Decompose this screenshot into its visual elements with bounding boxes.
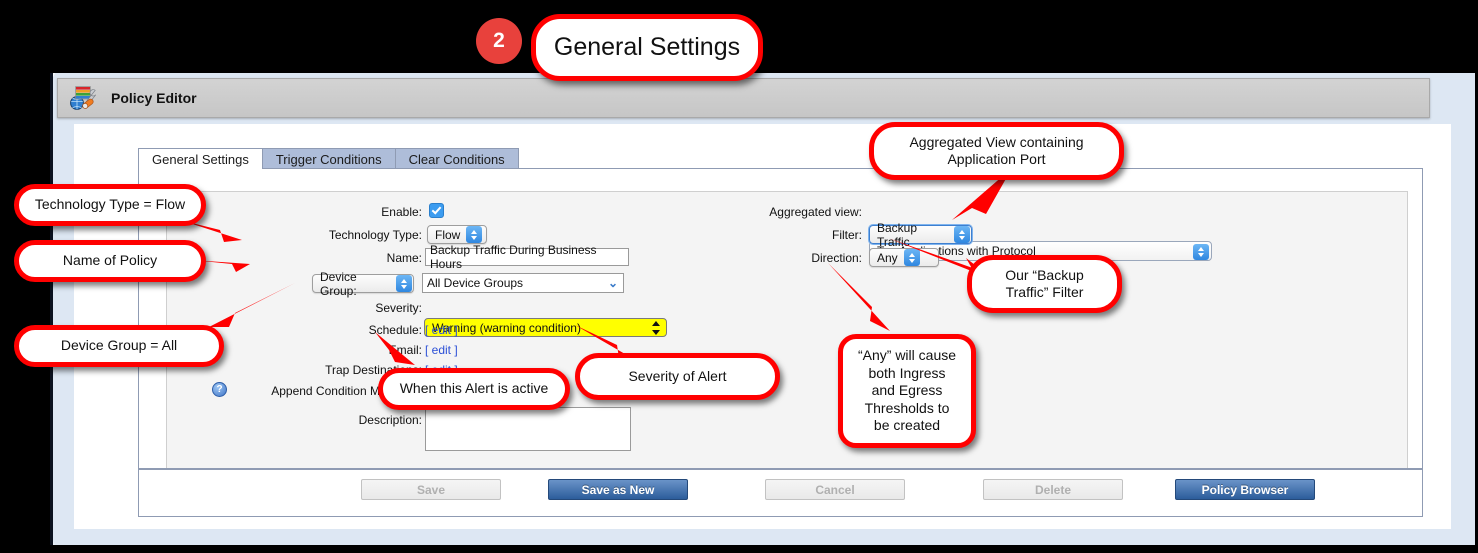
- callout-name-of-policy: Name of Policy: [14, 240, 206, 282]
- callout-aggregated-view: Aggregated View containing Application P…: [869, 122, 1124, 180]
- window-titlebar: Policy Editor: [57, 78, 1430, 118]
- callout-line-5: be created: [873, 417, 941, 434]
- callout-when-active: When this Alert is active: [378, 368, 570, 410]
- tab-label: Trigger Conditions: [275, 151, 382, 167]
- name-value: Backup Traffic During Business Hours: [430, 243, 597, 271]
- save-as-new-button[interactable]: Save as New: [548, 479, 688, 500]
- description-textarea[interactable]: [425, 407, 631, 451]
- form-frame: Enable: Technology Type: Flow Name: Back…: [138, 168, 1423, 517]
- callout-line-1: Our “Backup: [1005, 266, 1084, 283]
- callout-line-4: Thresholds to: [864, 399, 950, 416]
- filter-label: Filter:: [832, 228, 862, 242]
- enable-label: Enable:: [381, 205, 422, 219]
- callout-line-2: both Ingress: [868, 364, 946, 381]
- delete-button[interactable]: Delete: [983, 479, 1123, 500]
- device-group-combo[interactable]: All Device Groups ⌄: [422, 273, 624, 293]
- form-panel: Enable: Technology Type: Flow Name: Back…: [166, 191, 1408, 470]
- arrow-name-of-policy: [192, 258, 292, 280]
- stepper-icon: [466, 226, 483, 243]
- stepper-icon: [396, 275, 412, 292]
- callout-backup-filter: Our “Backup Traffic” Filter: [967, 255, 1122, 313]
- stepper-icon: [1193, 243, 1209, 260]
- policy-editor-icon: [68, 86, 102, 110]
- device-group-select-left[interactable]: Device Group:: [312, 270, 414, 298]
- callout-severity: Severity of Alert: [575, 353, 780, 400]
- policy-browser-button[interactable]: Policy Browser: [1175, 479, 1315, 500]
- tab-clear-conditions[interactable]: Clear Conditions: [394, 148, 519, 169]
- enable-checkbox[interactable]: [429, 203, 444, 223]
- device-group-label: Device Group:: [320, 269, 357, 298]
- description-label: Description:: [358, 413, 422, 427]
- device-group-value: All Device Groups: [427, 276, 524, 290]
- button-bar: Save Save as New Cancel Delete Policy Br…: [139, 468, 1422, 516]
- callout-technology-type: Technology Type = Flow: [14, 184, 206, 226]
- technology-type-select[interactable]: Flow: [427, 225, 487, 244]
- save-button[interactable]: Save: [361, 479, 501, 500]
- cancel-button[interactable]: Cancel: [765, 479, 905, 500]
- arrow-any-direction: [814, 263, 894, 343]
- callout-line-2: Application Port: [947, 151, 1046, 167]
- tab-label: General Settings: [152, 151, 249, 167]
- callout-line-1: “Any” will cause: [857, 347, 957, 364]
- technology-type-value: Flow: [435, 227, 461, 242]
- step-number-badge: 2: [476, 18, 522, 64]
- tab-bar: General Settings Trigger Conditions Clea…: [138, 148, 519, 169]
- callout-line-2: Traffic” Filter: [1005, 284, 1084, 300]
- tab-label: Clear Conditions: [408, 151, 505, 167]
- callout-line-3: and Egress: [871, 382, 943, 399]
- tab-general-settings[interactable]: General Settings: [138, 148, 263, 169]
- aggregated-view-label: Aggregated view:: [769, 205, 862, 219]
- window-title: Policy Editor: [111, 90, 197, 106]
- callout-any-direction: “Any” will cause both Ingress and Egress…: [838, 334, 976, 448]
- tab-trigger-conditions[interactable]: Trigger Conditions: [261, 148, 396, 169]
- arrow-when-active: [375, 332, 445, 368]
- step-title-callout: General Settings: [531, 14, 763, 81]
- chevron-down-icon: ⌄: [607, 276, 619, 290]
- callout-line-1: Aggregated View containing: [909, 133, 1084, 150]
- screenshot-root: Policy Editor General Settings Trigger C…: [0, 0, 1478, 553]
- callout-device-group: Device Group = All: [14, 325, 224, 367]
